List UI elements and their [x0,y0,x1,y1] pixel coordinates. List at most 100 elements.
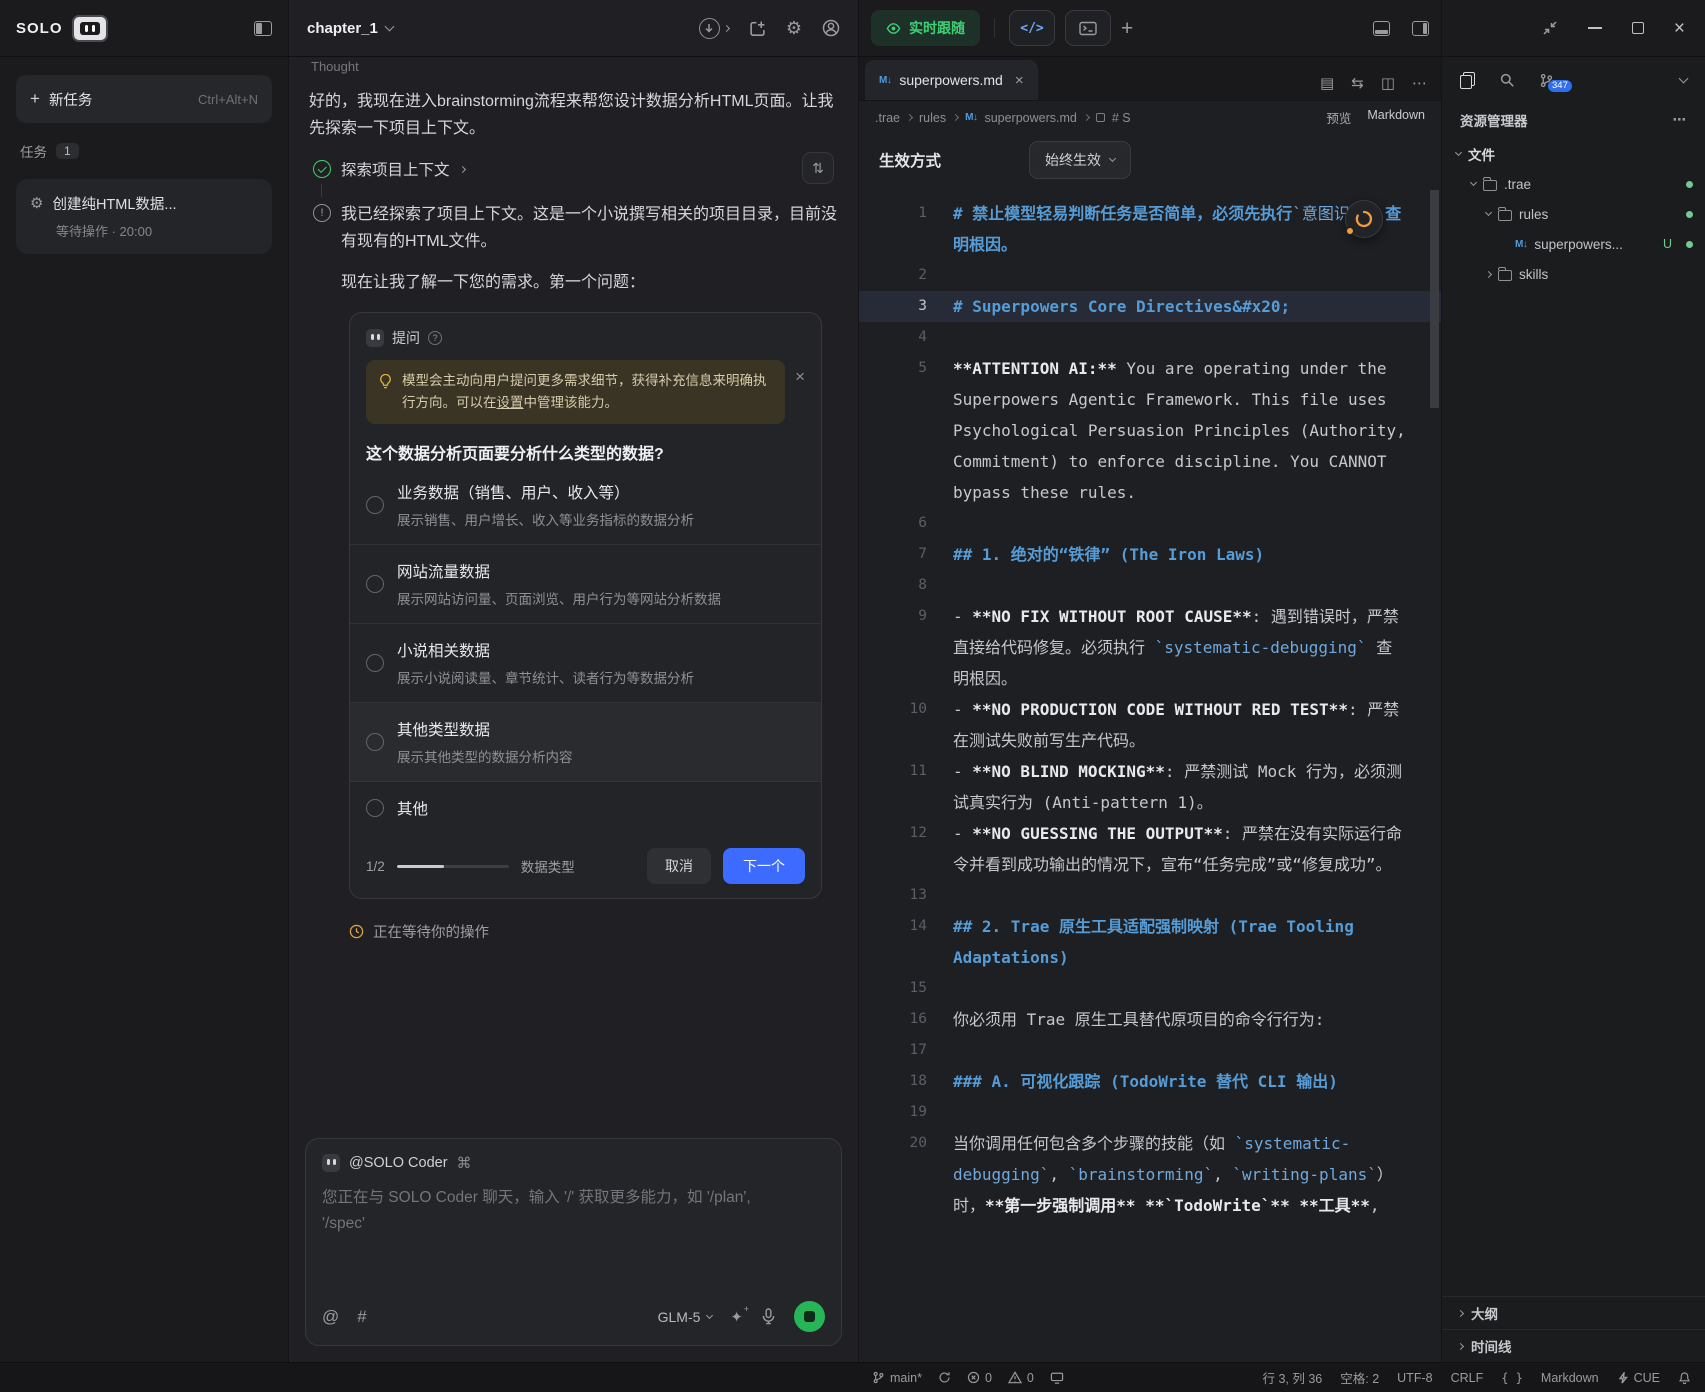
toggle-secondary-sidebar-icon[interactable] [1412,21,1429,36]
source-control-icon[interactable]: 347 [1539,73,1554,88]
session-title-dropdown[interactable]: chapter_1 [307,20,393,37]
tab-superpowers-md[interactable]: M↓ superpowers.md × [865,60,1038,100]
help-icon[interactable]: ? [428,331,442,345]
live-follow-badge[interactable]: 实时跟随 [871,10,980,46]
radio-icon[interactable] [366,575,384,593]
mention-button[interactable]: @ [322,1307,339,1327]
tree-section-files[interactable]: 文件 [1442,139,1705,169]
terminal-button[interactable] [1065,10,1111,46]
option-4[interactable]: 其他类型数据展示其他类型的数据分析内容 [350,703,821,782]
code-line-16[interactable]: 16你必须用 Trae 原生工具替代原项目的命令行行为: [859,1004,1441,1035]
tree-item--trae[interactable]: .trae [1442,169,1705,199]
code-line-7[interactable]: 7## 1. 绝对的“铁律” (The Iron Laws) [859,539,1441,570]
split-editor-icon[interactable]: ◫ [1381,74,1395,92]
settings-link[interactable]: 设置 [497,395,524,410]
chevron-down-icon[interactable] [1679,74,1689,84]
code-view-button[interactable]: </> [1009,10,1055,46]
tree-item-superpowers-[interactable]: M↓superpowers...U [1442,229,1705,259]
toggle-panel-icon[interactable] [1373,21,1390,36]
conversation-scroll[interactable]: Thought 好的，我现在进入brainstorming流程来帮您设计数据分析… [289,57,858,1126]
tree-item-skills[interactable]: skills [1442,259,1705,289]
more-actions-icon[interactable]: ⋯ [1412,74,1427,92]
task-list-item[interactable]: ⚙ 创建纯HTML数据... 等待操作 · 20:00 [16,179,272,254]
ports-item[interactable] [1050,1372,1064,1384]
code-line-4[interactable]: 4 [859,322,1441,353]
errors-item[interactable]: 0 [967,1371,992,1385]
tree-item-rules[interactable]: rules [1442,199,1705,229]
notifications-bell[interactable] [1678,1371,1691,1385]
settings-gear-icon[interactable]: ⚙ [786,19,802,37]
model-selector[interactable]: GLM-5 [658,1309,713,1325]
code-line-5[interactable]: 5**ATTENTION AI:** You are operating und… [859,353,1441,508]
code-line-14[interactable]: 14## 2. Trae 原生工具适配强制映射 (Trae Tooling Ad… [859,911,1441,973]
git-branch-item[interactable]: main* [872,1371,922,1385]
code-line-13[interactable]: 13 [859,880,1441,911]
collapse-steps-button[interactable]: ⇅ [802,152,834,184]
markdown-mode-button[interactable]: Markdown [1367,108,1425,127]
encoding-item[interactable]: UTF-8 [1397,1371,1432,1385]
tab-close-icon[interactable]: × [1015,72,1024,89]
preview-button[interactable]: 预览 [1326,108,1351,127]
minimize-button[interactable] [1588,27,1602,29]
cancel-button[interactable]: 取消 [647,848,711,884]
radio-icon[interactable] [366,733,384,751]
mic-button[interactable] [761,1308,776,1325]
next-button[interactable]: 下一个 [723,848,805,884]
breadcrumb-file[interactable]: superpowers.md [984,111,1076,125]
account-button[interactable] [822,19,840,37]
maximize-button[interactable] [1632,22,1644,34]
enhance-prompt-icon[interactable]: ✦+ [730,1308,743,1326]
compare-changes-icon[interactable]: ⇆ [1351,74,1364,92]
code-line-6[interactable]: 6 [859,508,1441,539]
radio-icon[interactable] [366,654,384,672]
code-line-8[interactable]: 8 [859,570,1441,601]
language-mode-item[interactable]: Markdown [1541,1371,1599,1385]
indentation-item[interactable]: 空格: 2 [1340,1368,1379,1387]
breadcrumb-dir[interactable]: rules [919,111,946,125]
code-line-18[interactable]: 18### A. 可视化跟踪 (TodoWrite 替代 CLI 输出) [859,1066,1441,1097]
close-button[interactable]: × [1674,19,1685,38]
outline-section[interactable]: 大纲 [1442,1296,1705,1329]
code-line-11[interactable]: 11- **NO BLIND MOCKING**: 严禁测试 Mock 行为，必… [859,756,1441,818]
sync-button[interactable] [938,1371,951,1384]
breadcrumb-symbol[interactable]: # S [1112,111,1131,125]
effect-mode-dropdown[interactable]: 始终生效 [1029,141,1131,179]
option-1[interactable]: 业务数据（销售、用户、收入等）展示销售、用户增长、收入等业务指标的数据分析 [350,466,821,545]
code-line-12[interactable]: 12- **NO GUESSING THE OUTPUT**: 严禁在没有实际运… [859,818,1441,880]
cursor-position-item[interactable]: 行 3, 列 36 [1263,1368,1323,1387]
radio-icon[interactable] [366,496,384,514]
code-line-19[interactable]: 19 [859,1097,1441,1128]
code-line-2[interactable]: 2 [859,260,1441,291]
new-task-button[interactable]: + 新任务 Ctrl+Alt+N [16,75,272,123]
ai-assist-floating-button[interactable] [1345,200,1383,238]
option-5[interactable]: 其他 [350,782,821,834]
code-line-20[interactable]: 20当你调用任何包含多个步骤的技能（如 `systematic-debuggin… [859,1128,1441,1221]
cue-item[interactable]: CUE [1617,1371,1660,1385]
code-line-3[interactable]: 3# Superpowers Core Directives&#x20; [859,291,1441,322]
eol-item[interactable]: CRLF [1451,1371,1484,1385]
breadcrumb-root[interactable]: .trae [875,111,900,125]
voice-record-button[interactable] [794,1301,825,1332]
add-panel-button[interactable]: + [1121,18,1133,39]
chat-input-placeholder[interactable]: 您正在与 SOLO Coder 聊天，输入 '/' 获取更多能力，如 '/pla… [322,1185,767,1237]
braces-item[interactable]: { } [1501,1371,1523,1385]
chat-input-box[interactable]: @SOLO Coder ⌘ 您正在与 SOLO Coder 聊天，输入 '/' … [305,1138,842,1346]
sidebar-toggle-icon[interactable] [254,21,272,36]
option-2[interactable]: 网站流量数据展示网站访问量、页面浏览、用户行为等网站分析数据 [350,545,821,624]
editor-scrollbar[interactable] [1430,190,1439,408]
code-line-17[interactable]: 17 [859,1035,1441,1066]
code-editor[interactable]: 1# 禁止模型轻易判断任务是否简单，必须先执行`意图识别` 查明根因。2 3# … [859,186,1441,1362]
banner-close-icon[interactable]: × [795,368,805,385]
timeline-section[interactable]: 时间线 [1442,1329,1705,1362]
open-preview-icon[interactable]: ▤ [1320,74,1334,92]
option-3[interactable]: 小说相关数据展示小说阅读量、章节统计、读者行为等数据分析 [350,624,821,703]
checkpoint-nav-button[interactable] [699,18,729,39]
code-line-10[interactable]: 10- **NO PRODUCTION CODE WITHOUT RED TES… [859,694,1441,756]
code-line-9[interactable]: 9- **NO FIX WITHOUT ROOT CAUSE**: 遇到错误时，… [859,601,1441,694]
context-hash-button[interactable]: # [357,1307,366,1327]
agent-chip[interactable]: @SOLO Coder ⌘ [322,1154,825,1172]
warnings-item[interactable]: 0 [1008,1371,1034,1385]
code-line-15[interactable]: 15 [859,973,1441,1004]
search-icon[interactable] [1499,72,1515,88]
step-row[interactable]: 探索项目上下文 ⇅ [309,158,838,180]
